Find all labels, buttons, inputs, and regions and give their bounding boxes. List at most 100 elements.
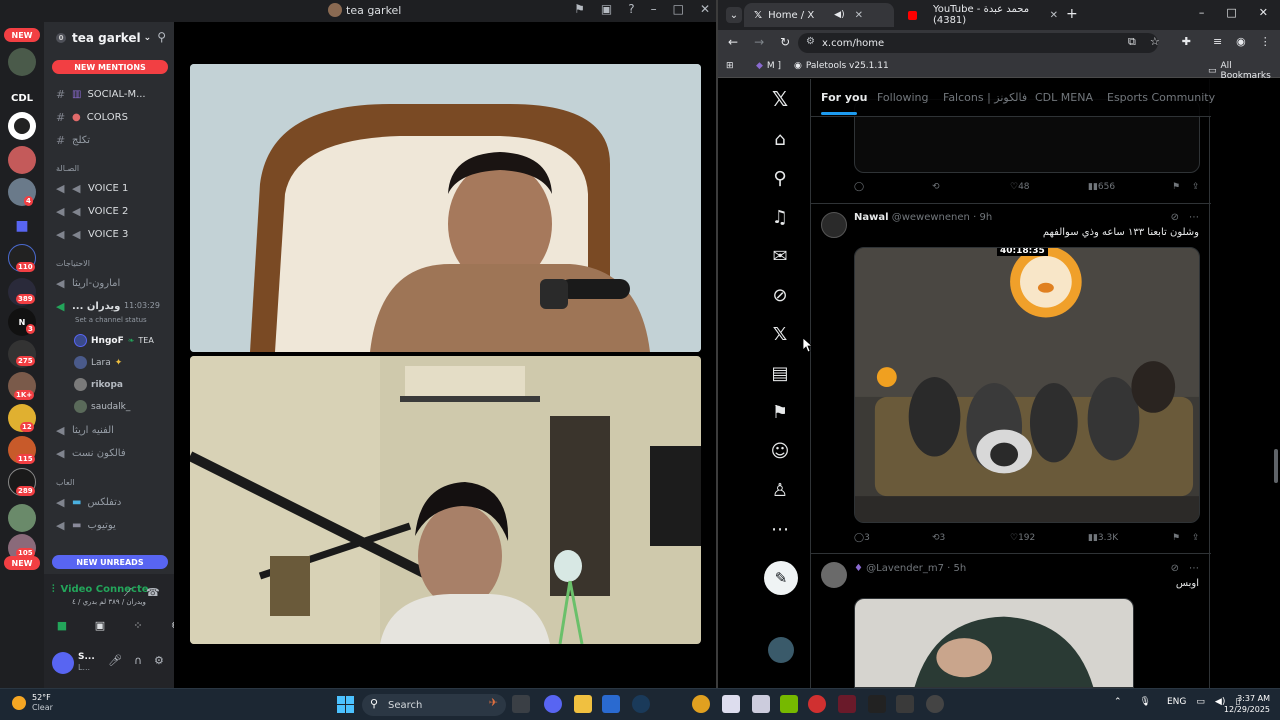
notifications-icon[interactable]: ♫ <box>766 203 794 231</box>
channel-voice-3[interactable]: ◀ ◀ VOICE 3 <box>56 228 128 241</box>
channel-voice-2[interactable]: ◀ ◀ VOICE 2 <box>56 205 128 218</box>
minimize-icon[interactable]: – <box>651 2 657 16</box>
media-app-icon[interactable] <box>808 695 826 713</box>
author-handle[interactable]: @wewewnenen <box>892 212 970 223</box>
maximize-icon[interactable]: □ <box>673 2 684 16</box>
tab-x-home[interactable]: 𝕏 Home / X ◀) ✕ <box>744 3 894 27</box>
nvidia-icon[interactable] <box>780 695 798 713</box>
bookmarks-icon[interactable]: ⚑ <box>766 398 794 426</box>
more-icon[interactable]: ⋯ <box>766 515 794 543</box>
share-icon[interactable]: ⇪ <box>1192 182 1200 192</box>
address-bar[interactable]: ⚙ x.com/home <box>798 33 1158 53</box>
channel-active-voice[interactable]: ◀ ... ويدران <box>56 300 120 313</box>
bookmark-item[interactable]: ◆ M ] <box>756 61 781 71</box>
account-avatar[interactable] <box>768 637 794 663</box>
steam-icon[interactable] <box>632 695 650 713</box>
noise-suppression-icon[interactable]: ⟋ <box>124 586 132 600</box>
discord-app-icon[interactable] <box>544 695 562 713</box>
post-time[interactable]: 5h <box>954 563 967 574</box>
voice-user[interactable]: rikopa■ <box>74 378 123 391</box>
tab-youtube[interactable]: YouTube - محمد عبدة (4381) ✕ <box>898 3 1058 27</box>
tweet-video[interactable] <box>854 598 1134 688</box>
all-bookmarks[interactable]: ▭ All Bookmarks <box>1208 61 1280 81</box>
like-button[interactable]: ♡ 48 <box>1010 182 1030 192</box>
messages-icon[interactable]: ✉ <box>766 242 794 270</box>
reply-icon[interactable]: ◯ <box>854 182 864 192</box>
disconnect-icon[interactable]: ☎ <box>146 586 160 599</box>
server-icon[interactable] <box>8 112 36 140</box>
tab-esports-community[interactable]: Esports Community <box>1107 91 1215 104</box>
start-button[interactable] <box>337 696 354 713</box>
close-icon[interactable]: ✕ <box>700 2 710 16</box>
server-icon[interactable] <box>8 146 36 174</box>
speaker-icon[interactable]: ◀) <box>834 10 844 20</box>
grok-icon[interactable]: ⊘ <box>1171 212 1179 223</box>
avatar[interactable] <box>821 212 847 238</box>
new-tab-icon[interactable]: + <box>1066 6 1078 22</box>
camera-button[interactable]: ■ <box>52 616 72 634</box>
document-icon[interactable] <box>752 695 770 713</box>
video-tile[interactable] <box>190 64 701 352</box>
profile-icon[interactable]: ♙ <box>766 476 794 504</box>
premium-x-icon[interactable]: 𝕏 <box>766 320 794 348</box>
channel-game-1[interactable]: ◀ ▬ دتفلكس <box>56 496 121 509</box>
invite-icon[interactable]: ⚲ <box>157 30 166 44</box>
new-mentions-pill[interactable]: NEW MENTIONS <box>52 60 168 74</box>
clock[interactable]: 3:37 AM 12/29/2025 <box>1222 693 1270 715</box>
new-badge[interactable]: NEW <box>4 28 40 42</box>
minimize-icon[interactable]: – <box>1199 6 1205 19</box>
tab-search-icon[interactable]: ⌄ <box>726 7 742 23</box>
channel-voice-a[interactable]: ◀ الفنيه اريثا <box>56 424 114 437</box>
channel-events-1[interactable]: ◀ امارون-اريثا <box>56 277 120 290</box>
weather-widget[interactable]: 52°F Clear <box>12 693 53 713</box>
help-icon[interactable]: ? <box>628 2 634 16</box>
bookmark-item[interactable]: ◉ Paletools v25.1.11 <box>794 61 889 71</box>
more-icon[interactable]: ⋯ <box>1189 212 1199 223</box>
gear-icon[interactable]: ⚙ <box>154 654 164 667</box>
activities-button[interactable]: ⁘ <box>128 616 148 634</box>
profile-avatar-icon[interactable]: ◉ <box>1236 35 1246 49</box>
site-info-icon[interactable]: ⚙ <box>806 36 815 47</box>
chrome-icon[interactable] <box>692 695 710 713</box>
bookmark-star-icon[interactable]: ☆ <box>1150 35 1160 49</box>
channel-game-2[interactable]: ◀ ▬ يوتيوب <box>56 519 116 532</box>
voice-user[interactable]: saudalk_■ <box>74 400 130 413</box>
server-icon-cdl[interactable]: CDL <box>8 84 36 112</box>
new-unreads-pill[interactable]: NEW UNREADS <box>52 555 168 569</box>
channel-social[interactable]: # ▥ SOCIAL-M... <box>56 88 146 101</box>
bookmark-icon[interactable]: ⚑ <box>1172 533 1180 543</box>
channel-voice-1[interactable]: ◀ ◀ VOICE 1 <box>56 182 128 195</box>
reload-icon[interactable]: ↻ <box>780 35 790 49</box>
avatar[interactable] <box>52 652 74 674</box>
maximize-icon[interactable]: □ <box>1226 6 1236 19</box>
chevron-up-icon[interactable]: ⌃ <box>1114 697 1122 707</box>
category-games[interactable]: العاب <box>56 478 75 487</box>
author-name[interactable]: Nawal <box>854 212 889 223</box>
channel-3[interactable]: # تكلج <box>56 134 90 147</box>
server-icon[interactable] <box>8 504 36 532</box>
new-badge[interactable]: NEW <box>4 556 40 570</box>
install-app-icon[interactable]: ⧉ <box>1128 35 1136 49</box>
repost-button[interactable]: ⟲ 3 <box>932 533 945 543</box>
close-icon[interactable]: ✕ <box>1259 6 1268 19</box>
search-icon[interactable]: ⚲ <box>766 164 794 192</box>
author-handle[interactable]: @Lavender_m7 <box>866 563 944 574</box>
file-explorer-icon[interactable] <box>574 695 592 713</box>
page-scrollbar[interactable] <box>1274 449 1278 483</box>
media-icon[interactable]: ≡ <box>1213 35 1222 49</box>
grok-icon[interactable]: ⊘ <box>766 281 794 309</box>
lists-icon[interactable]: ▤ <box>766 359 794 387</box>
screen-icon[interactable]: ▣ <box>601 2 612 16</box>
views-button[interactable]: ▮▮ 656 <box>1088 182 1115 192</box>
microphone-icon[interactable]: 🎙︎ <box>1140 697 1151 707</box>
close-tab-icon[interactable]: ✕ <box>1050 10 1058 21</box>
like-button[interactable]: ♡ 192 <box>1010 533 1035 543</box>
channel-status-hint[interactable]: Set a channel status <box>75 316 147 324</box>
voice-user[interactable]: HngoF ❧ TEA <box>74 334 154 347</box>
tab-for-you[interactable]: For you <box>821 91 867 104</box>
apps-icon[interactable]: ⊞ <box>726 61 734 71</box>
terminal-icon[interactable] <box>896 695 914 713</box>
post-time[interactable]: 9h <box>979 212 992 223</box>
voice-user[interactable]: Lara✦⊘ <box>74 356 122 369</box>
cod-app-icon[interactable] <box>868 695 886 713</box>
